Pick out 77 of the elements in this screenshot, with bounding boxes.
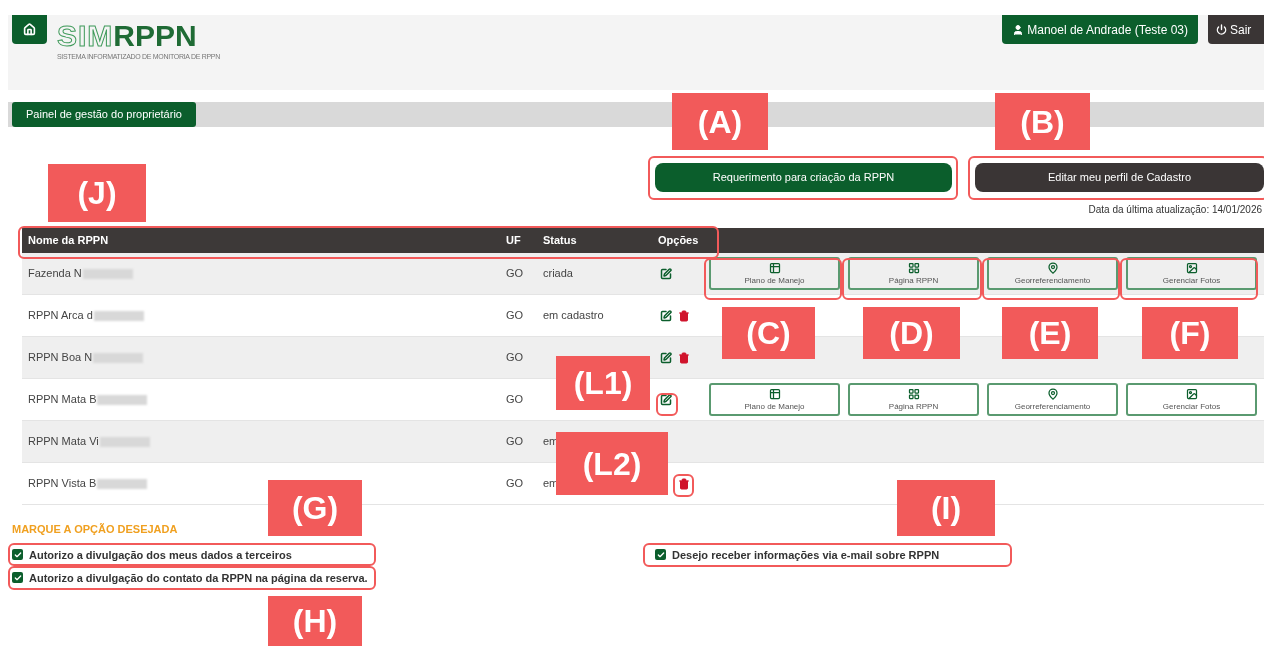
photos-icon — [1185, 388, 1198, 400]
action-button[interactable]: Plano de Manejo — [709, 257, 840, 290]
column-header: Status — [542, 233, 578, 249]
table-cell-text: Fazenda N — [28, 266, 82, 282]
table-cell-text: GO — [505, 350, 525, 366]
logo-text: SIM — [57, 21, 114, 51]
action-button[interactable]: Gerenciar Fotos — [1126, 383, 1257, 416]
page-icon — [907, 262, 920, 274]
options-heading: MARQUE A OPÇÃO DESEJADA — [11, 522, 179, 537]
user-icon — [1012, 23, 1025, 36]
home-button[interactable] — [12, 15, 47, 44]
callout-label: (G) — [268, 480, 362, 536]
redaction-blur — [97, 478, 148, 489]
callout-label: (D) — [863, 307, 960, 359]
table-cell-text: RPPN Mata B — [28, 392, 97, 408]
column-header: Nome da RPPN — [27, 233, 110, 249]
table-cell-text: GO — [505, 308, 525, 324]
table-cell-text: RPPN Arca d — [28, 308, 93, 324]
callout-label: (I) — [897, 480, 995, 536]
edit-icon[interactable] — [660, 351, 672, 364]
delete-icon[interactable] — [678, 309, 690, 322]
callout-label: (F) — [1142, 307, 1238, 359]
action-button[interactable]: Georreferenciamento — [987, 383, 1118, 416]
last-update-text: Data da última atualização: 14/01/2026 — [1088, 203, 1262, 217]
tab[interactable]: Painel de gestão do proprietário — [12, 102, 196, 127]
highlight-ring — [656, 393, 678, 416]
table-cell-text: GO — [505, 434, 525, 450]
plan-icon — [768, 262, 781, 274]
redaction-blur — [97, 394, 148, 405]
action-button[interactable]: Plano de Manejo — [709, 383, 840, 416]
checkbox-label: Autorizo a divulgação do contato da RPPN na página da reserva. — [29, 571, 368, 584]
checkbox[interactable] — [12, 549, 23, 560]
checkbox[interactable] — [655, 549, 666, 560]
highlight-ring — [673, 474, 694, 497]
table-cell: em cadastro — [543, 309, 604, 322]
table-cell: criada — [543, 267, 573, 280]
column-header: UF — [505, 233, 522, 249]
table-cell-text: RPPN Mata Vi — [28, 434, 99, 450]
edit-icon[interactable] — [660, 393, 672, 406]
request-button[interactable]: Requerimento para criação da RPPN — [655, 163, 952, 192]
page-icon — [907, 388, 920, 400]
delete-icon[interactable] — [678, 351, 690, 364]
callout-label: (L1) — [556, 356, 650, 410]
table-cell-text: RPPN Vista B — [28, 476, 97, 492]
action-button[interactable]: Página RPPN — [848, 383, 979, 416]
checkbox-label: Desejo receber informações via e-mail sobre RPPN — [672, 548, 940, 561]
checkbox[interactable] — [12, 572, 23, 583]
logo-text: RPPN — [113, 21, 197, 51]
table-cell-text: GO — [505, 266, 525, 282]
plan-icon — [768, 388, 781, 400]
user-button[interactable]: Manoel de Andrade (Teste 03) — [1002, 15, 1198, 44]
power-icon — [1216, 24, 1227, 35]
callout-label: (H) — [268, 596, 362, 646]
column-header: Opções — [657, 233, 700, 249]
callout-label: (C) — [722, 307, 815, 359]
geo-icon — [1046, 388, 1059, 400]
callout-label: (E) — [1002, 307, 1098, 359]
logout-button[interactable]: Sair — [1208, 15, 1264, 44]
table-cell-text: RPPN Boa N — [28, 350, 93, 366]
callout-label: (L2) — [556, 432, 668, 495]
action-button[interactable]: Gerenciar Fotos — [1126, 257, 1257, 290]
home-icon — [23, 23, 36, 36]
callout-label: (B) — [995, 93, 1090, 150]
table-cell-text: GO — [505, 392, 525, 408]
action-button[interactable]: Georreferenciamento — [987, 257, 1118, 290]
action-button[interactable]: Página RPPN — [848, 257, 979, 290]
callout-label: (A) — [672, 93, 768, 150]
table-cell-text: GO — [505, 476, 525, 492]
edit-profile-button[interactable]: Editar meu perfil de Cadastro — [975, 163, 1264, 192]
callout-label: (J) — [48, 164, 146, 222]
redaction-blur — [93, 310, 144, 321]
checkbox-label: Autorizo a divulgação dos meus dados a terceiros — [29, 548, 292, 561]
delete-icon[interactable] — [678, 477, 690, 490]
edit-icon[interactable] — [660, 267, 672, 280]
photos-icon — [1185, 262, 1198, 274]
edit-icon[interactable] — [660, 309, 672, 322]
geo-icon — [1046, 262, 1059, 274]
